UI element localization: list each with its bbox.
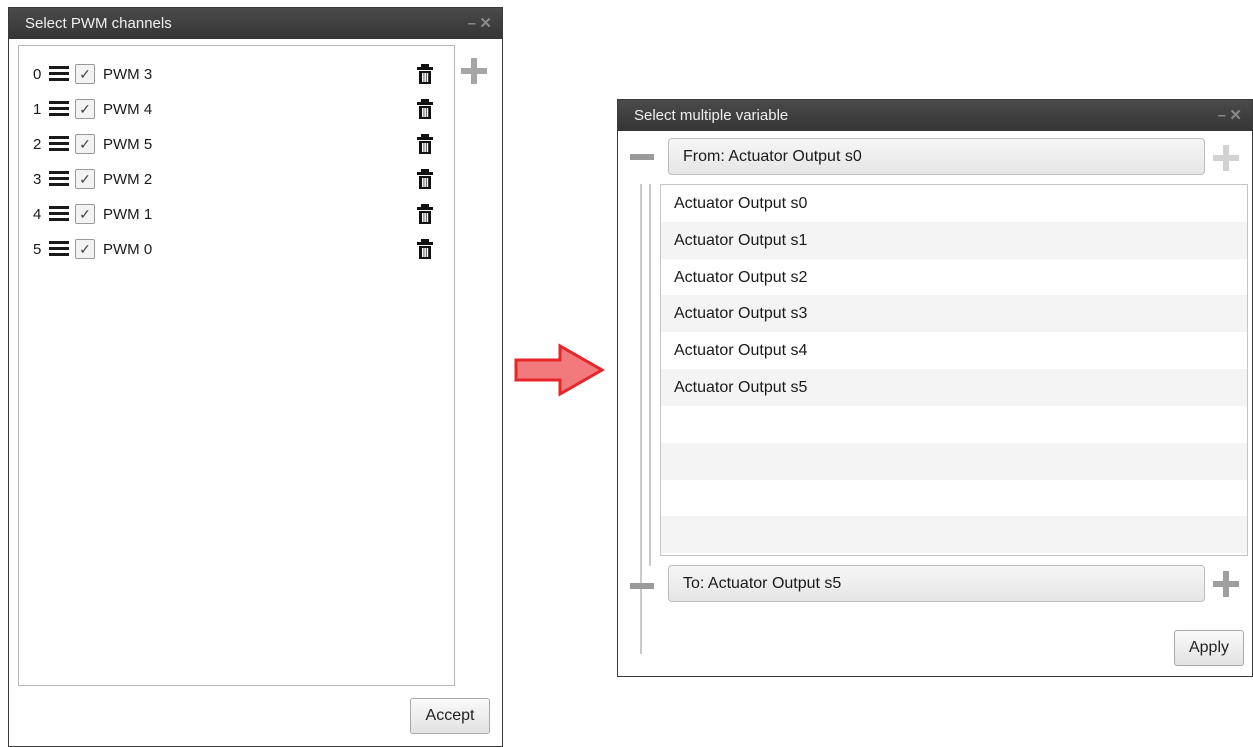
empty-list-row: [661, 516, 1247, 554]
channel-checkbox[interactable]: ✓: [75, 169, 95, 189]
channel-label: PWM 5: [103, 135, 153, 153]
remove-to-icon[interactable]: [630, 583, 654, 589]
channel-checkbox[interactable]: ✓: [75, 204, 95, 224]
to-variable-field[interactable]: To: Actuator Output s5: [668, 565, 1205, 602]
drag-handle-icon[interactable]: [49, 136, 69, 152]
channel-label: PWM 1: [103, 205, 153, 223]
add-from-icon[interactable]: [1213, 145, 1239, 171]
empty-list-row: [661, 406, 1247, 443]
close-icon[interactable]: ✕: [1229, 100, 1242, 131]
channel-label: PWM 2: [103, 170, 153, 188]
variable-list-item[interactable]: Actuator Output s4: [661, 332, 1247, 369]
apply-button[interactable]: Apply: [1174, 630, 1244, 666]
channel-index: 3: [33, 170, 42, 188]
add-to-icon[interactable]: [1213, 571, 1239, 597]
variable-list[interactable]: Actuator Output s0 Actuator Output s1 Actu…: [660, 184, 1248, 556]
variable-list-item[interactable]: Actuator Output s2: [661, 259, 1247, 296]
channel-row[interactable]: 5 ✓ PWM 0: [33, 234, 443, 264]
select-multiple-variable-window: Select multiple variable – ✕ From: Actua…: [617, 99, 1253, 677]
drag-handle-icon[interactable]: [49, 101, 69, 117]
trash-icon[interactable]: [417, 133, 437, 155]
trash-icon[interactable]: [417, 98, 437, 120]
channel-row[interactable]: 4 ✓ PWM 1: [33, 199, 443, 229]
arrow-right-icon: [514, 343, 606, 397]
channel-row[interactable]: 2 ✓ PWM 5: [33, 129, 443, 159]
channel-row[interactable]: 3 ✓ PWM 2: [33, 164, 443, 194]
channel-label: PWM 4: [103, 100, 153, 118]
channel-index: 2: [33, 135, 42, 153]
drag-handle-icon[interactable]: [49, 241, 69, 257]
drag-handle-icon[interactable]: [49, 206, 69, 222]
variable-list-item[interactable]: Actuator Output s1: [661, 221, 1247, 259]
channel-index: 4: [33, 205, 42, 223]
channel-row[interactable]: 0 ✓ PWM 3: [33, 59, 443, 89]
channel-checkbox[interactable]: ✓: [75, 134, 95, 154]
window-title: Select multiple variable: [634, 107, 789, 124]
drag-handle-icon[interactable]: [49, 171, 69, 187]
channel-checkbox[interactable]: ✓: [75, 64, 95, 84]
channel-row[interactable]: 1 ✓ PWM 4: [33, 94, 443, 124]
from-variable-field[interactable]: From: Actuator Output s0: [668, 138, 1205, 175]
minimize-icon[interactable]: –: [1218, 100, 1226, 131]
channel-label: PWM 3: [103, 65, 153, 83]
trash-icon[interactable]: [417, 238, 437, 260]
empty-list-row: [661, 442, 1247, 480]
remove-from-icon[interactable]: [630, 154, 654, 160]
empty-list-row: [661, 479, 1247, 516]
channel-index: 5: [33, 240, 42, 258]
drag-handle-icon[interactable]: [49, 66, 69, 82]
channel-label: PWM 0: [103, 240, 153, 258]
window-titlebar[interactable]: Select multiple variable: [618, 100, 1252, 131]
window-titlebar[interactable]: Select PWM channels: [9, 8, 502, 39]
tree-guide-line: [649, 184, 651, 566]
channel-checkbox[interactable]: ✓: [75, 239, 95, 259]
close-icon[interactable]: ✕: [479, 8, 492, 39]
variable-list-item[interactable]: Actuator Output s0: [661, 185, 1247, 222]
channel-checkbox[interactable]: ✓: [75, 99, 95, 119]
trash-icon[interactable]: [417, 63, 437, 85]
channel-index: 0: [33, 65, 42, 83]
window-title: Select PWM channels: [25, 15, 172, 32]
channel-index: 1: [33, 100, 42, 118]
variable-list-item[interactable]: Actuator Output s5: [661, 369, 1247, 406]
accept-button[interactable]: Accept: [410, 698, 490, 734]
add-channel-icon[interactable]: [461, 58, 487, 84]
channel-list: 0 ✓ PWM 3 1 ✓ PWM 4 2 ✓ PWM 5 3 ✓ PWM 2 4 ✓ PWM 1 5 ✓ PWM…: [18, 45, 455, 686]
trash-icon[interactable]: [417, 203, 437, 225]
select-pwm-channels-window: Select PWM channels – ✕ 0 ✓ PWM 3 1 ✓ PWM 4 2 ✓…: [8, 7, 503, 747]
minimize-icon[interactable]: –: [468, 8, 476, 39]
variable-list-item[interactable]: Actuator Output s3: [661, 295, 1247, 333]
trash-icon[interactable]: [417, 168, 437, 190]
